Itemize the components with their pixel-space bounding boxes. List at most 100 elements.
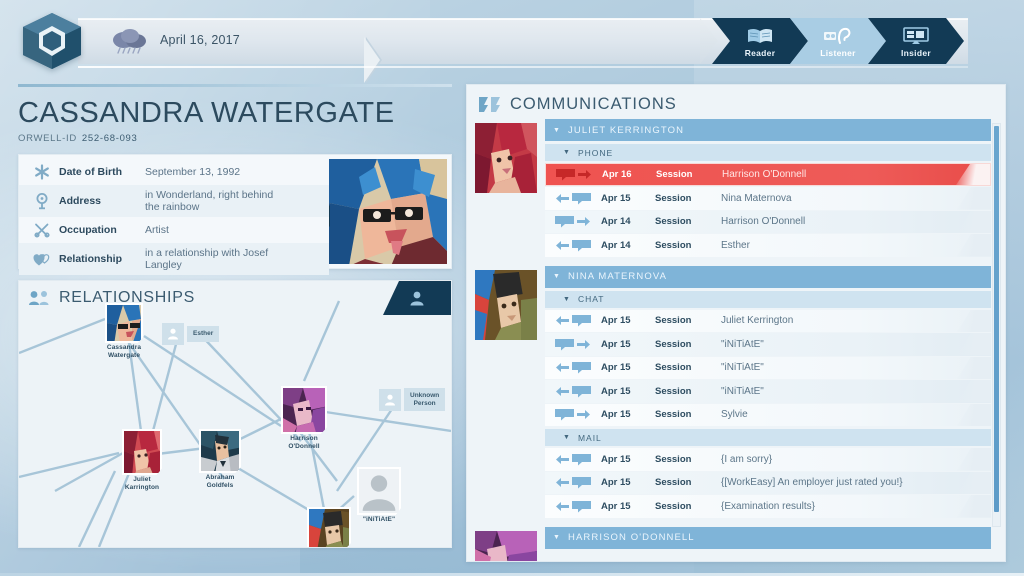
comm-row-date: Apr 14 [601, 216, 631, 228]
right-column: COMMUNICATIONS ▼ JULIET KERRINGTON ▼ PHO… [466, 84, 1006, 562]
comm-row-type: Session [655, 338, 692, 350]
comm-lists-harrison: ▼ HARRISON O'DONNELL [541, 526, 991, 562]
tab-listener-label: Listener [820, 47, 856, 58]
outgoing-message-icon [545, 408, 601, 421]
comm-group-header-harrison[interactable]: ▼ HARRISON O'DONNELL [545, 526, 991, 549]
comm-row[interactable]: Apr 15 Session Sylvie [545, 403, 991, 426]
comm-row-name: "iNiTiAtE" [721, 338, 764, 350]
communications-title: COMMUNICATIONS [510, 95, 677, 113]
comm-row-type: Session [655, 239, 692, 251]
graph-node-unknown[interactable]: Unknown Person [379, 388, 446, 412]
comm-row-name: {[WorkEasy] An employer just rated you!} [721, 477, 903, 489]
profile-portrait [329, 159, 447, 264]
comm-group-header-nina-label: NINA MATERNOVA [568, 271, 668, 282]
chevron-down-icon: ▼ [563, 434, 571, 441]
graph-node-esther[interactable]: Esther [162, 323, 220, 345]
graph-node-cassandra-photo [105, 303, 143, 343]
comm-row[interactable]: Apr 15 Session {Examination results} [545, 495, 991, 518]
info-value-dob: September 13, 1992 [145, 166, 241, 178]
graph-node-harrison-label: Harrison O'Donnell [288, 435, 320, 450]
comm-row[interactable]: Apr 14 Session Esther [545, 234, 991, 257]
outgoing-message-icon [545, 338, 601, 351]
graph-node-initiate-photo [357, 467, 401, 515]
graph-node-unknown-label: Unknown Person [404, 388, 446, 412]
comm-row[interactable]: Apr 15 Session {I am sorry} [545, 448, 991, 471]
comm-row[interactable]: Apr 15 Session "iNiTiAtE" [545, 380, 991, 403]
orwell-hexagon-logo[interactable] [21, 12, 83, 70]
ear-tape-icon [823, 27, 853, 46]
comm-row[interactable]: Apr 15 Session "iNiTiAtE" [545, 333, 991, 356]
info-row-dob: Date of Birth September 13, 1992 [19, 159, 329, 185]
comm-row[interactable]: Apr 14 Session Harrison O'Donnell [545, 210, 991, 233]
comm-row-name: Sylvie [721, 409, 748, 421]
comm-row-selected[interactable]: Apr 16 Session Harrison O'Donnell [545, 163, 991, 186]
comm-row-date: Apr 15 [601, 338, 631, 350]
nina-avatar [475, 269, 537, 340]
graph-node-cassandra[interactable]: Cassandra Watergate [105, 303, 152, 359]
relationships-panel: RELATIONSHIPS Cassandra Watergate Esther… [18, 280, 452, 548]
comm-row-name: {I am sorry} [721, 453, 773, 465]
comm-section-mail-label: MAIL [577, 432, 602, 443]
comm-row-date: Apr 15 [601, 409, 631, 421]
harrison-avatar [475, 530, 537, 561]
comm-section-phone[interactable]: ▼ PHONE [545, 144, 991, 161]
graph-node-soldier[interactable] [307, 507, 351, 547]
location-pin-icon [25, 192, 59, 210]
comm-row[interactable]: Apr 15 Session Nina Maternova [545, 187, 991, 210]
incoming-message-icon [545, 314, 601, 327]
info-value-occupation: Artist [145, 224, 169, 236]
person-icon [410, 291, 424, 305]
outgoing-message-icon [546, 168, 602, 181]
comm-row-date: Apr 15 [601, 500, 631, 512]
group-people-icon [29, 291, 49, 305]
graph-node-esther-label: Esther [187, 326, 220, 342]
graph-node-abraham[interactable]: Abraham Goldfels [199, 429, 249, 489]
graph-node-juliet[interactable]: Juliet Karrington [122, 429, 171, 491]
profile-top-divider [18, 84, 452, 87]
rain-cloud-icon [113, 29, 146, 54]
chevron-down-icon: ▼ [553, 273, 562, 280]
incoming-message-icon [545, 239, 601, 252]
comm-row-name: Harrison O'Donnell [721, 216, 806, 228]
comm-section-chat-label: CHAT [577, 294, 605, 304]
communications-scroll-thumb[interactable] [994, 126, 999, 512]
comm-row-type: Session [655, 192, 692, 204]
tab-insider[interactable]: Insider [868, 18, 964, 64]
graph-node-initiate-label: "iNiTiAtE" [362, 516, 396, 523]
book-icon [747, 27, 773, 46]
current-date: April 16, 2017 [160, 33, 240, 47]
info-label-address: Address [59, 195, 102, 207]
comm-row-name: Nina Maternova [721, 192, 792, 204]
strip-chevron [364, 37, 380, 83]
quote-marks-icon [479, 97, 500, 112]
comm-avatar-harrison [475, 527, 541, 561]
comm-row-date: Apr 15 [601, 385, 631, 397]
comm-group-header-juliet[interactable]: ▼ JULIET KERRINGTON [545, 119, 991, 141]
asterisk-icon [25, 164, 59, 180]
info-value-relationship: in a relationship with Josef Langley [145, 247, 269, 271]
graph-node-cassandra-label: Cassandra Watergate [106, 344, 142, 359]
comm-row-type: Session [655, 385, 692, 397]
comm-row[interactable]: Apr 15 Session {[WorkEasy] An employer j… [545, 471, 991, 494]
comm-row-type: Session [656, 169, 693, 180]
comm-group-header-nina[interactable]: ▼ NINA MATERNOVA [545, 265, 991, 288]
communications-scrollbar[interactable] [992, 123, 1001, 527]
juliet-avatar [475, 123, 537, 193]
comm-row[interactable]: Apr 15 Session Juliet Kerrington [545, 309, 991, 332]
communications-body[interactable]: ▼ JULIET KERRINGTON ▼ PHONE Apr 16 Sessi… [467, 119, 1005, 561]
comm-section-chat[interactable]: ▼ CHAT [545, 290, 991, 308]
person-icon [379, 388, 401, 411]
info-label-relationship: Relationship [59, 253, 123, 265]
graph-node-initiate[interactable]: "iNiTiAtE" [357, 467, 407, 524]
graph-node-juliet-photo [122, 429, 162, 475]
comm-section-mail[interactable]: ▼ MAIL [545, 429, 991, 446]
graph-node-harrison[interactable]: Harrison O'Donnell [281, 386, 334, 450]
chevron-down-icon: ▼ [563, 149, 571, 156]
person-icon [162, 323, 184, 345]
relationships-header: RELATIONSHIPS [29, 289, 195, 307]
incoming-message-icon [545, 385, 601, 398]
portrait-collapse-arrow[interactable] [329, 205, 330, 227]
comm-row[interactable]: Apr 15 Session "iNiTiAtE" [545, 356, 991, 379]
graph-node-abraham-label: Abraham Goldfels [205, 474, 235, 489]
info-row-relationship: Relationship in a relationship with Jose… [19, 243, 329, 275]
